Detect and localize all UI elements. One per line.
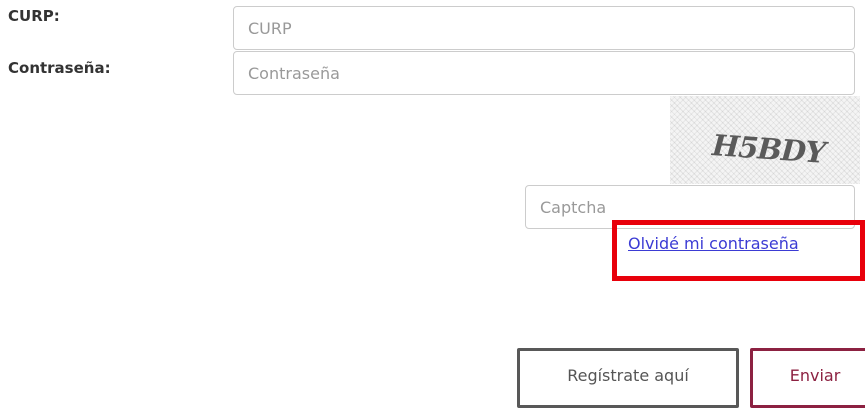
captcha-image: H5BDY bbox=[670, 96, 860, 184]
password-input[interactable] bbox=[233, 51, 855, 95]
curp-input[interactable] bbox=[233, 6, 855, 50]
curp-label: CURP: bbox=[8, 7, 60, 25]
password-label: Contraseña: bbox=[8, 59, 111, 77]
forgot-password-link[interactable]: Olvidé mi contraseña bbox=[628, 233, 799, 255]
captcha-input[interactable] bbox=[525, 185, 855, 229]
register-button[interactable]: Regístrate aquí bbox=[517, 348, 739, 408]
captcha-image-text: H5BDY bbox=[710, 128, 827, 170]
send-button[interactable]: Enviar bbox=[750, 348, 865, 408]
